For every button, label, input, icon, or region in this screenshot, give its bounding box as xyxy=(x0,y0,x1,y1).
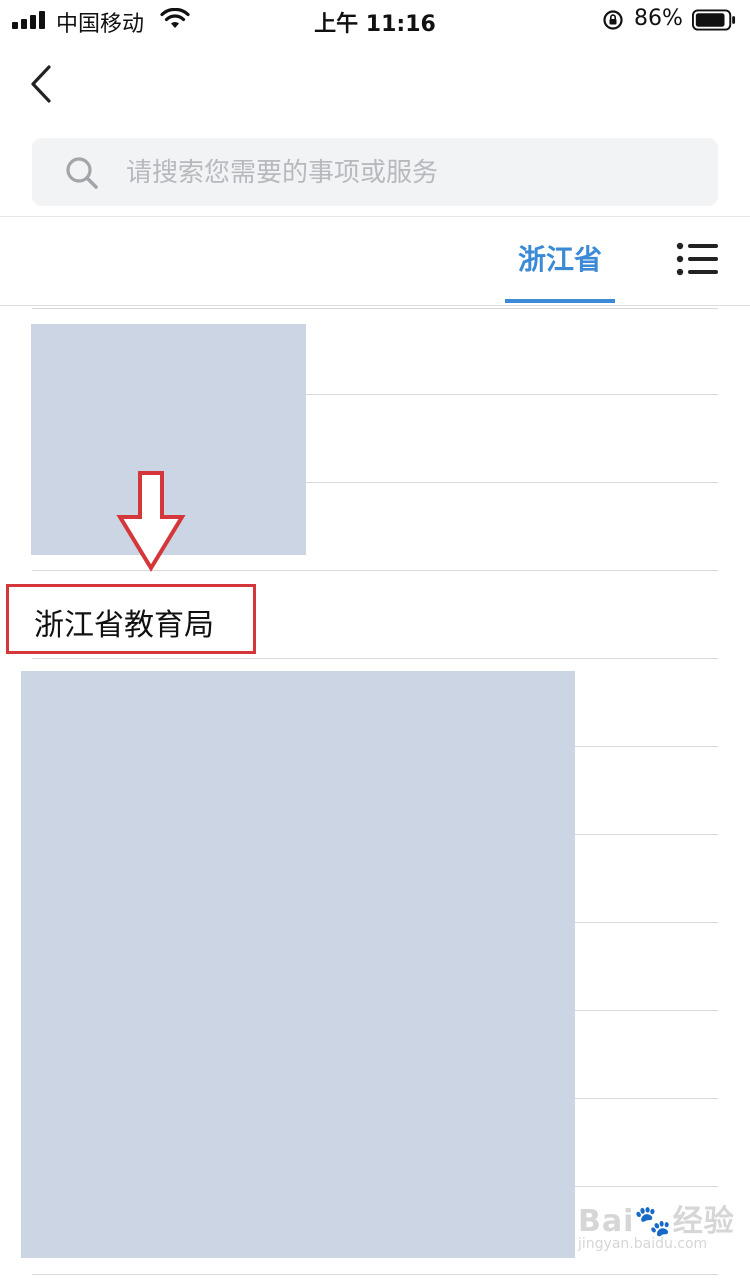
row-separator xyxy=(32,1274,718,1275)
search-bar[interactable] xyxy=(32,138,718,206)
tab-active-indicator xyxy=(505,299,615,303)
search-icon xyxy=(66,157,98,189)
row-separator xyxy=(575,1010,718,1011)
row-separator xyxy=(575,922,718,923)
list-menu-icon[interactable] xyxy=(676,241,718,277)
battery-percent: 86% xyxy=(634,6,683,31)
row-separator xyxy=(306,394,718,395)
list-item-zhejiang-education-bureau[interactable]: 浙江省教育局 xyxy=(34,600,214,644)
row-separator xyxy=(575,1186,718,1187)
row-separator xyxy=(575,834,718,835)
annotation-down-arrow-icon xyxy=(116,471,186,572)
divider xyxy=(0,305,750,306)
row-separator xyxy=(575,746,718,747)
tab-zhejiang[interactable]: 浙江省 xyxy=(505,217,615,305)
battery-icon xyxy=(692,9,736,31)
row-separator xyxy=(575,1098,718,1099)
redacted-list-items-bottom xyxy=(21,671,575,1258)
back-chevron-icon[interactable] xyxy=(22,62,62,106)
search-input[interactable] xyxy=(124,154,688,192)
rotation-lock-icon xyxy=(603,10,623,30)
row-separator xyxy=(32,658,718,659)
row-separator xyxy=(32,308,718,309)
status-bar: 中国移动 上午 11:16 86% xyxy=(0,0,750,40)
region-tab-bar: 浙江省 xyxy=(0,217,750,305)
row-separator xyxy=(306,482,718,483)
baidu-jingyan-watermark: Bai🐾经验 jingyan.baidu.com xyxy=(578,1204,735,1252)
